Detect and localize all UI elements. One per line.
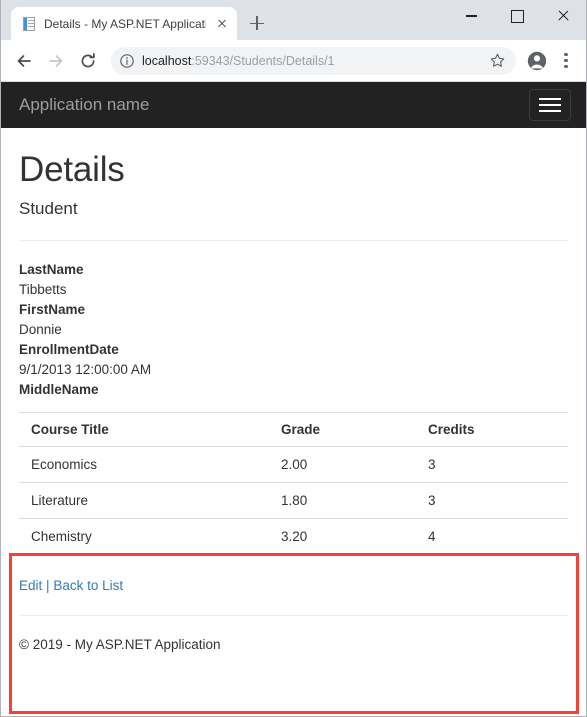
profile-avatar-icon[interactable] xyxy=(522,46,552,76)
browser-tab-active[interactable]: Details - My ASP.NET Application xyxy=(11,7,237,40)
cell-grade: 3.20 xyxy=(269,518,416,554)
new-tab-button[interactable] xyxy=(243,9,271,37)
table-header-row: Course Title Grade Credits xyxy=(19,412,568,447)
table-row: Chemistry 3.20 4 xyxy=(19,518,568,554)
browser-toolbar: localhost:59343/Students/Details/1 xyxy=(1,40,586,82)
cell-credits: 3 xyxy=(416,482,568,519)
detail-label: MiddleName xyxy=(19,382,99,397)
window-close-button[interactable] xyxy=(540,0,586,32)
enrollments-table-wrapper: Course Title Grade Credits Economics 2.0… xyxy=(19,412,568,554)
student-details-list: LastName Tibbetts FirstName Donnie Enrol… xyxy=(19,260,568,400)
cell-grade: 2.00 xyxy=(269,446,416,483)
enrollments-table: Course Title Grade Credits Economics 2.0… xyxy=(19,412,568,554)
window-maximize-button[interactable] xyxy=(494,0,540,32)
page-footer: © 2019 - My ASP.NET Application xyxy=(19,637,221,652)
page-subtitle: Student xyxy=(19,199,78,218)
browser-tab-strip: Details - My ASP.NET Application xyxy=(1,0,586,40)
page-viewport: Application name Details Student LastNam… xyxy=(1,82,586,715)
browser-tab-title: Details - My ASP.NET Application xyxy=(44,16,206,31)
edit-link[interactable]: Edit xyxy=(19,578,42,593)
hamburger-menu-icon[interactable] xyxy=(529,89,571,121)
table-row: Economics 2.00 3 xyxy=(19,446,568,483)
section-divider xyxy=(19,240,568,241)
detail-value: Tibbetts xyxy=(19,282,67,297)
detail-label: LastName xyxy=(19,262,84,277)
site-navbar: Application name xyxy=(1,82,586,128)
column-header-course-title: Course Title xyxy=(19,412,269,447)
browser-window: Details - My ASP.NET Application localho… xyxy=(0,0,587,717)
detail-label: FirstName xyxy=(19,302,86,317)
cell-credits: 4 xyxy=(416,518,568,554)
info-circle-icon[interactable] xyxy=(119,53,135,69)
url-path: :59343/Students/Details/1 xyxy=(191,53,335,68)
footer-divider xyxy=(19,615,568,616)
url-host: localhost xyxy=(142,53,192,68)
back-button[interactable] xyxy=(9,46,39,76)
detail-value: Donnie xyxy=(19,322,62,337)
column-header-credits: Credits xyxy=(416,412,568,447)
page-title: Details xyxy=(19,150,125,189)
cell-course-title: Economics xyxy=(19,446,269,483)
forward-button[interactable] xyxy=(41,46,71,76)
cell-credits: 3 xyxy=(416,446,568,483)
reload-button[interactable] xyxy=(73,46,103,76)
tab-close-icon[interactable] xyxy=(213,15,231,33)
table-row: Literature 1.80 3 xyxy=(19,482,568,519)
site-brand[interactable]: Application name xyxy=(19,95,149,115)
action-links: Edit | Back to List xyxy=(19,576,568,596)
cell-course-title: Literature xyxy=(19,482,269,519)
link-separator: | xyxy=(46,578,50,593)
address-bar-url: localhost:59343/Students/Details/1 xyxy=(142,53,477,69)
page-document-icon xyxy=(21,16,37,32)
window-controls xyxy=(448,0,586,32)
detail-value: 9/1/2013 12:00:00 AM xyxy=(19,362,152,377)
cell-course-title: Chemistry xyxy=(19,518,269,554)
back-to-list-link[interactable]: Back to List xyxy=(53,578,123,593)
bookmark-star-icon[interactable] xyxy=(484,48,510,74)
window-minimize-button[interactable] xyxy=(448,0,494,32)
page-container: Details Student LastName Tibbetts FirstN… xyxy=(1,150,586,714)
browser-menu-icon[interactable] xyxy=(554,46,578,76)
column-header-grade: Grade xyxy=(269,412,416,447)
cell-grade: 1.80 xyxy=(269,482,416,519)
detail-label: EnrollmentDate xyxy=(19,342,119,357)
address-bar[interactable]: localhost:59343/Students/Details/1 xyxy=(111,46,516,75)
